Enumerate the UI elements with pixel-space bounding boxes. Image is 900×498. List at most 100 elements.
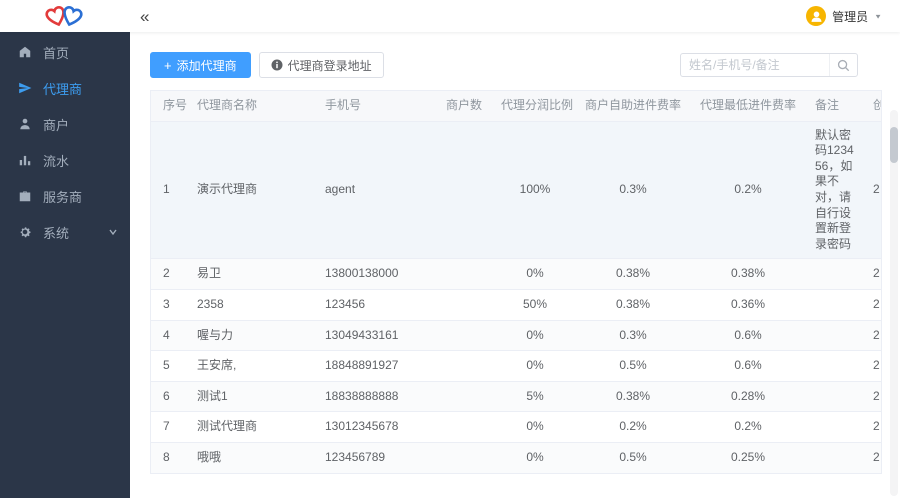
table-cell: 默认密码123456，如果不对，请自行设置新登录密码 <box>807 121 865 260</box>
add-agent-label: 添加代理商 <box>176 58 237 73</box>
table-cell: 哦哦 <box>189 442 317 474</box>
table-cell: 0.6% <box>689 350 807 382</box>
column-header: 代理商名称 <box>189 91 317 122</box>
person-icon <box>811 11 822 22</box>
plus-icon: + <box>164 57 172 73</box>
table-cell: 18838888888 <box>317 381 435 413</box>
table-cell: 0.25% <box>689 442 807 474</box>
sidebar-item-system[interactable]: 系统 <box>0 214 130 250</box>
table-cell: 易卫 <box>189 258 317 290</box>
table-cell: 0.38% <box>577 289 689 321</box>
table-cell <box>435 320 493 352</box>
bar-chart-icon <box>19 155 31 166</box>
table-cell: 5% <box>493 381 577 413</box>
user-menu[interactable]: 管理员 ▼ <box>806 6 882 26</box>
table-cell: 2 <box>151 258 189 290</box>
sidebar-item-label: 服务商 <box>43 189 83 205</box>
table-cell: 0.3% <box>577 121 689 260</box>
sidebar-collapse-icon[interactable]: « <box>136 6 153 27</box>
table-cell <box>807 289 865 321</box>
agents-table-wrap: 序号代理商名称手机号商户数代理分润比例商户自助进件费率代理最低进件费率备注创建时… <box>150 90 882 474</box>
table-cell: 4 <box>151 320 189 352</box>
send-icon <box>19 82 32 94</box>
info-icon <box>271 59 283 71</box>
sidebar-item-label: 流水 <box>43 153 70 169</box>
table-cell: 测试代理商 <box>189 411 317 443</box>
sidebar-item-agents[interactable]: 代理商 <box>0 70 130 106</box>
table-cell: 123456 <box>317 289 435 321</box>
table-cell: 0% <box>493 411 577 443</box>
vertical-scrollbar-thumb[interactable] <box>890 127 898 163</box>
sidebar-item-home[interactable]: 首页 <box>0 34 130 70</box>
table-cell: 18848891927 <box>317 350 435 382</box>
table-cell <box>807 258 865 290</box>
table-cell: 0.38% <box>577 381 689 413</box>
table-cell: 0% <box>493 350 577 382</box>
table-cell <box>435 258 493 290</box>
linked-hearts-logo-icon <box>45 5 83 26</box>
table-cell: 13800138000 <box>317 258 435 290</box>
column-header: 商户数 <box>435 91 493 122</box>
vertical-scrollbar-track[interactable] <box>890 110 898 496</box>
table-cell <box>807 320 865 352</box>
table-cell <box>435 350 493 382</box>
table-cell: 13049433161 <box>317 320 435 352</box>
table-cell: 0.6% <box>689 320 807 352</box>
table-cell <box>435 411 493 443</box>
table-cell <box>435 289 493 321</box>
table-cell: 0.5% <box>577 442 689 474</box>
search-input[interactable] <box>681 58 829 72</box>
table-cell: 0% <box>493 258 577 290</box>
table-row[interactable]: 8 哦哦 123456789 0% 0.5% 0.25% 2 <box>151 442 881 474</box>
table-cell: 2 <box>865 320 881 352</box>
top-bar: « 管理员 ▼ <box>0 0 900 32</box>
table-cell: 13012345678 <box>317 411 435 443</box>
table-cell: 0.2% <box>577 411 689 443</box>
table-row[interactable]: 3 2358 123456 50% 0.38% 0.36% 2 <box>151 289 881 321</box>
table-row[interactable]: 7 测试代理商 13012345678 0% 0.2% 0.2% 2 <box>151 411 881 443</box>
column-header: 手机号 <box>317 91 435 122</box>
table-cell: 2 <box>865 258 881 290</box>
search-button[interactable] <box>829 54 857 76</box>
table-cell: 2 <box>865 121 881 260</box>
table-body: 1 演示代理商 agent 100% 0.3% 0.2% 默认密码123456，如果不对，请… <box>151 121 881 474</box>
gear-icon <box>20 227 31 238</box>
agent-login-url-label: 代理商登录地址 <box>287 58 372 73</box>
table-row[interactable]: 2 易卫 13800138000 0% 0.38% 0.38% 2 <box>151 258 881 290</box>
add-agent-button[interactable]: + 添加代理商 <box>150 52 251 78</box>
search-icon <box>837 59 850 71</box>
table-cell: 8 <box>151 442 189 474</box>
briefcase-icon <box>19 191 31 202</box>
table-cell: 0.28% <box>689 381 807 413</box>
table-row[interactable]: 6 测试1 18838888888 5% 0.38% 0.28% 2 <box>151 381 881 413</box>
table-row[interactable]: 4 喔与力 13049433161 0% 0.3% 0.6% 2 <box>151 320 881 352</box>
sidebar-item-merchants[interactable]: 商户 <box>0 106 130 142</box>
table-cell: 演示代理商 <box>189 121 317 260</box>
caret-down-icon: ▼ <box>874 12 882 20</box>
agent-login-url-button[interactable]: 代理商登录地址 <box>258 52 384 78</box>
main-content: + 添加代理商 代理商登录地址 序号代理商名称手机号商户数代理分润比例商户自助进… <box>130 32 900 498</box>
table-cell: 0.38% <box>577 258 689 290</box>
table-cell: 0.3% <box>577 320 689 352</box>
agents-table: 序号代理商名称手机号商户数代理分润比例商户自助进件费率代理最低进件费率备注创建时… <box>151 91 881 474</box>
sidebar-item-providers[interactable]: 服务商 <box>0 178 130 214</box>
table-row[interactable]: 5 王安席, 18848891927 0% 0.5% 0.6% 2 <box>151 350 881 382</box>
table-cell: 3 <box>151 289 189 321</box>
sidebar-item-label: 首页 <box>43 45 70 61</box>
column-header: 商户自助进件费率 <box>577 91 689 122</box>
table-cell: 王安席, <box>189 350 317 382</box>
table-cell: 0.2% <box>689 411 807 443</box>
table-cell: 1 <box>151 121 189 260</box>
table-cell: 0% <box>493 320 577 352</box>
app-logo[interactable] <box>0 0 130 32</box>
table-cell <box>435 121 493 260</box>
table-cell: 100% <box>493 121 577 260</box>
table-cell: 2 <box>865 442 881 474</box>
table-cell: 2 <box>865 381 881 413</box>
table-cell: 2 <box>865 411 881 443</box>
sidebar-item-transactions[interactable]: 流水 <box>0 142 130 178</box>
table-header: 序号代理商名称手机号商户数代理分润比例商户自助进件费率代理最低进件费率备注创建时… <box>151 91 881 122</box>
table-row[interactable]: 1 演示代理商 agent 100% 0.3% 0.2% 默认密码123456，如果不对，请… <box>151 121 881 260</box>
chevron-down-icon <box>108 225 118 240</box>
column-header: 备注 <box>807 91 865 122</box>
